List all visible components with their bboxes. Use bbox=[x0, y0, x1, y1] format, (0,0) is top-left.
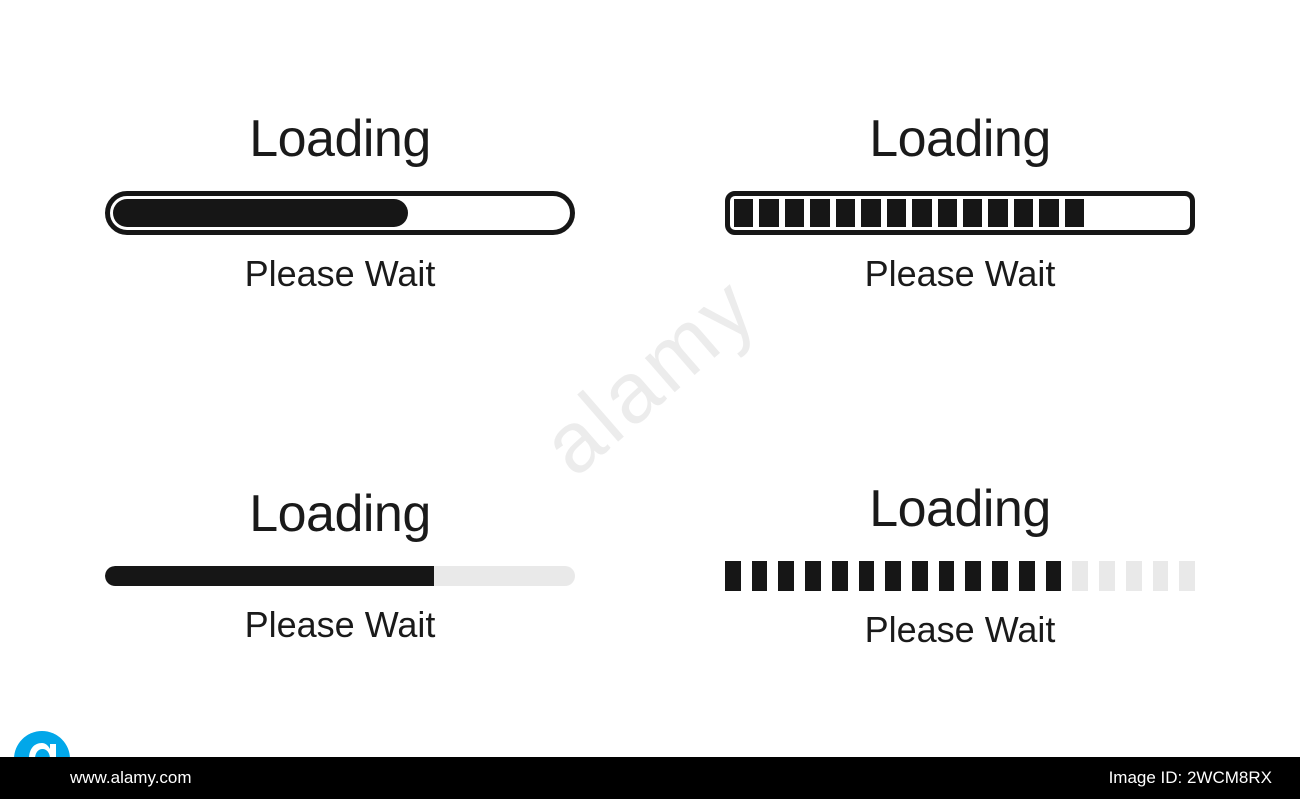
progress-segment bbox=[752, 561, 768, 591]
progress-bar-segmented bbox=[725, 561, 1195, 591]
progress-segment bbox=[1065, 199, 1084, 227]
progress-segment bbox=[887, 199, 906, 227]
progress-segment bbox=[988, 199, 1007, 227]
progress-segment bbox=[885, 561, 901, 591]
progress-segment bbox=[912, 199, 931, 227]
progress-segment bbox=[1166, 199, 1185, 227]
progress-segment bbox=[992, 561, 1008, 591]
progress-segment bbox=[1153, 561, 1169, 591]
progress-segment bbox=[939, 561, 955, 591]
please-wait-label: Please Wait bbox=[245, 253, 436, 295]
progress-segment bbox=[836, 199, 855, 227]
progress-segment bbox=[965, 561, 981, 591]
footer-link[interactable]: www.alamy.com bbox=[70, 768, 192, 788]
progress-segment bbox=[832, 561, 848, 591]
progress-segment bbox=[1090, 199, 1109, 227]
progress-segment bbox=[938, 199, 957, 227]
please-wait-label: Please Wait bbox=[865, 253, 1056, 295]
progress-segment bbox=[1072, 561, 1088, 591]
progress-segment bbox=[1014, 199, 1033, 227]
progress-segment bbox=[859, 561, 875, 591]
progress-segment bbox=[810, 199, 829, 227]
progress-segment bbox=[1099, 561, 1115, 591]
progress-bar-flat bbox=[105, 566, 575, 586]
loading-title: Loading bbox=[249, 109, 431, 169]
progress-segment bbox=[1126, 561, 1142, 591]
progress-segment bbox=[1141, 199, 1160, 227]
progress-fill bbox=[113, 199, 408, 227]
progress-segment bbox=[1046, 561, 1062, 591]
loading-title: Loading bbox=[869, 109, 1051, 169]
progress-segment bbox=[1019, 561, 1035, 591]
progress-segment bbox=[759, 199, 778, 227]
loader-grid: Loading Please Wait Loading Please Wait … bbox=[0, 0, 1300, 757]
progress-segment bbox=[1116, 199, 1135, 227]
progress-segment bbox=[785, 199, 804, 227]
footer-image-id: Image ID: 2WCM8RX bbox=[1109, 768, 1272, 788]
loader-rect-segmented: Loading Please Wait bbox=[700, 40, 1220, 364]
progress-segment bbox=[725, 561, 741, 591]
progress-segment bbox=[778, 561, 794, 591]
progress-segment bbox=[805, 561, 821, 591]
progress-bar-rect bbox=[725, 191, 1195, 235]
progress-segment bbox=[1039, 199, 1058, 227]
progress-bar-pill bbox=[105, 191, 575, 235]
footer-strip: www.alamy.com Image ID: 2WCM8RX bbox=[0, 757, 1300, 799]
please-wait-label: Please Wait bbox=[865, 609, 1056, 651]
loader-segmented: Loading Please Wait bbox=[700, 404, 1220, 728]
progress-segment bbox=[734, 199, 753, 227]
please-wait-label: Please Wait bbox=[245, 604, 436, 646]
loading-title: Loading bbox=[249, 484, 431, 544]
progress-segment bbox=[861, 199, 880, 227]
progress-fill bbox=[105, 566, 434, 586]
progress-segment bbox=[963, 199, 982, 227]
loader-pill: Loading Please Wait bbox=[80, 40, 600, 364]
progress-segment bbox=[912, 561, 928, 591]
progress-segment bbox=[1179, 561, 1195, 591]
loading-title: Loading bbox=[869, 479, 1051, 539]
loader-flat: Loading Please Wait bbox=[80, 404, 600, 728]
